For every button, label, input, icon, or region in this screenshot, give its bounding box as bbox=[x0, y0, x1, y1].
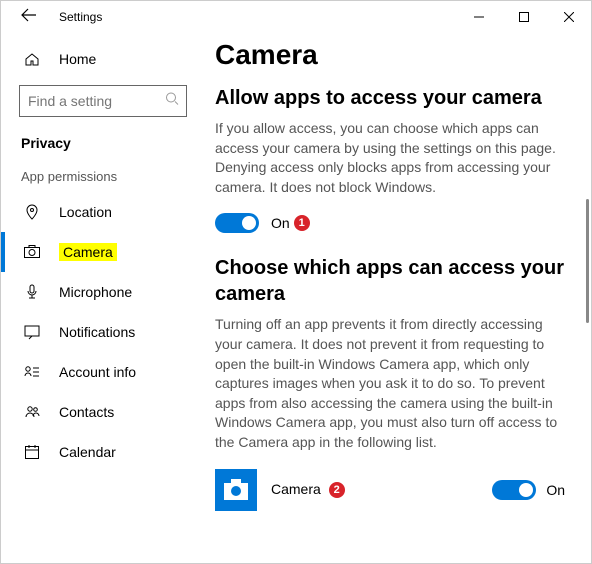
window-title: Settings bbox=[59, 10, 102, 24]
sidebar-home-label: Home bbox=[59, 51, 96, 67]
toggle-allow-row: On 1 bbox=[215, 213, 565, 233]
sidebar-item-label: Camera bbox=[59, 243, 117, 261]
home-icon bbox=[23, 51, 41, 67]
sidebar-group-title: Privacy bbox=[1, 131, 201, 163]
camera-icon bbox=[23, 245, 41, 259]
sidebar-item-location[interactable]: Location bbox=[1, 192, 201, 232]
page-title: Camera bbox=[215, 39, 565, 71]
camera-app-icon bbox=[223, 479, 249, 501]
close-button[interactable] bbox=[546, 1, 591, 33]
back-button[interactable] bbox=[11, 7, 41, 28]
close-icon bbox=[564, 12, 574, 22]
calendar-icon bbox=[23, 444, 41, 460]
sidebar-item-label: Contacts bbox=[59, 404, 114, 420]
search-icon bbox=[165, 92, 179, 111]
titlebar: Settings bbox=[1, 1, 591, 33]
content-area: Camera Allow apps to access your camera … bbox=[201, 33, 591, 563]
annotation-badge-2: 2 bbox=[329, 482, 345, 498]
section-body-choose: Turning off an app prevents it from dire… bbox=[215, 315, 565, 452]
minimize-icon bbox=[474, 12, 484, 22]
allow-apps-toggle[interactable] bbox=[215, 213, 259, 233]
sidebar-item-label: Notifications bbox=[59, 324, 135, 340]
section-body-allow: If you allow access, you can choose whic… bbox=[215, 119, 565, 197]
sidebar-item-label: Account info bbox=[59, 364, 136, 380]
sidebar-item-label: Microphone bbox=[59, 284, 132, 300]
camera-app-toggle-state: On bbox=[546, 482, 565, 498]
sidebar-item-home[interactable]: Home bbox=[1, 39, 201, 79]
sidebar-item-account-info[interactable]: Account info bbox=[1, 352, 201, 392]
sidebar-item-label: Location bbox=[59, 204, 112, 220]
maximize-icon bbox=[519, 12, 529, 22]
maximize-button[interactable] bbox=[501, 1, 546, 33]
app-row-camera: Camera 2 On bbox=[215, 469, 565, 511]
location-icon bbox=[23, 204, 41, 220]
sidebar-item-calendar[interactable]: Calendar bbox=[1, 432, 201, 472]
sidebar-item-contacts[interactable]: Contacts bbox=[1, 392, 201, 432]
annotation-badge-1: 1 bbox=[294, 215, 310, 231]
sidebar: Home Privacy App permissions Location Ca… bbox=[1, 33, 201, 563]
section-heading-choose: Choose which apps can access your camera bbox=[215, 255, 565, 307]
microphone-icon bbox=[23, 284, 41, 300]
scrollbar-thumb[interactable] bbox=[586, 199, 589, 323]
sidebar-subgroup-title: App permissions bbox=[1, 163, 201, 192]
sidebar-item-notifications[interactable]: Notifications bbox=[1, 312, 201, 352]
arrow-left-icon bbox=[21, 7, 37, 23]
account-info-icon bbox=[23, 364, 41, 380]
sidebar-item-label: Calendar bbox=[59, 444, 116, 460]
notifications-icon bbox=[23, 324, 41, 340]
sidebar-item-camera[interactable]: Camera bbox=[1, 232, 201, 272]
sidebar-item-microphone[interactable]: Microphone bbox=[1, 272, 201, 312]
search-box[interactable] bbox=[19, 85, 187, 117]
section-heading-allow: Allow apps to access your camera bbox=[215, 85, 565, 111]
contacts-icon bbox=[23, 404, 41, 420]
app-name: Camera 2 bbox=[271, 481, 492, 498]
minimize-button[interactable] bbox=[456, 1, 501, 33]
search-input[interactable] bbox=[19, 85, 187, 117]
allow-apps-toggle-state: On bbox=[271, 215, 290, 231]
window-controls bbox=[456, 1, 591, 33]
camera-app-tile bbox=[215, 469, 257, 511]
camera-app-toggle[interactable] bbox=[492, 480, 536, 500]
